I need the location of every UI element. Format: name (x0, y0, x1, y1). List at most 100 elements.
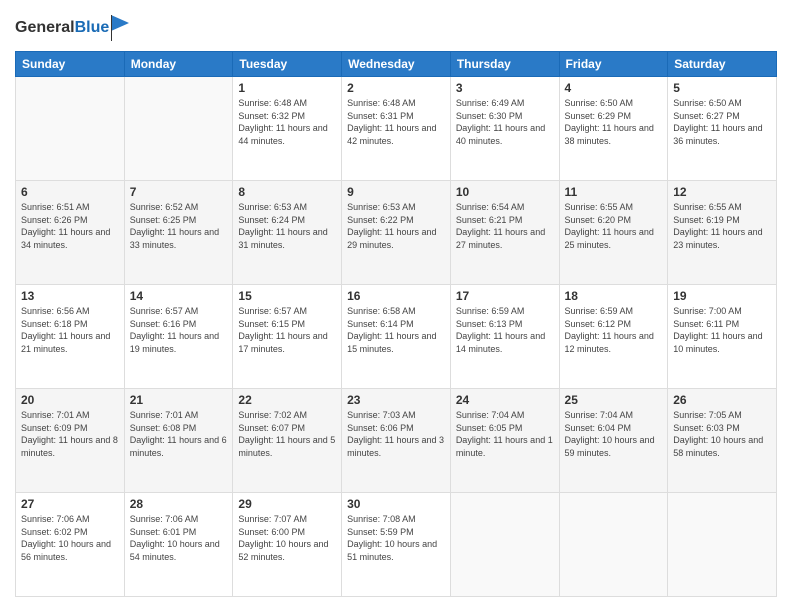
day-number: 27 (21, 497, 119, 511)
day-number: 26 (673, 393, 771, 407)
day-detail: Sunrise: 6:57 AM Sunset: 6:16 PM Dayligh… (130, 305, 228, 355)
calendar-cell: 14 Sunrise: 6:57 AM Sunset: 6:16 PM Dayli… (124, 285, 233, 389)
calendar-week-row: 6 Sunrise: 6:51 AM Sunset: 6:26 PM Daylig… (16, 181, 777, 285)
calendar-cell (16, 77, 125, 181)
day-number: 19 (673, 289, 771, 303)
day-number: 13 (21, 289, 119, 303)
calendar-cell: 22 Sunrise: 7:02 AM Sunset: 6:07 PM Dayli… (233, 389, 342, 493)
day-detail: Sunrise: 6:53 AM Sunset: 6:24 PM Dayligh… (238, 201, 336, 251)
calendar-cell (668, 493, 777, 597)
day-detail: Sunrise: 6:52 AM Sunset: 6:25 PM Dayligh… (130, 201, 228, 251)
day-detail: Sunrise: 6:59 AM Sunset: 6:13 PM Dayligh… (456, 305, 554, 355)
day-number: 5 (673, 81, 771, 95)
calendar-cell: 8 Sunrise: 6:53 AM Sunset: 6:24 PM Daylig… (233, 181, 342, 285)
calendar-cell: 2 Sunrise: 6:48 AM Sunset: 6:31 PM Daylig… (342, 77, 451, 181)
day-detail: Sunrise: 7:06 AM Sunset: 6:02 PM Dayligh… (21, 513, 119, 563)
day-number: 12 (673, 185, 771, 199)
day-detail: Sunrise: 6:50 AM Sunset: 6:29 PM Dayligh… (565, 97, 663, 147)
day-detail: Sunrise: 6:56 AM Sunset: 6:18 PM Dayligh… (21, 305, 119, 355)
weekday-header: Friday (559, 52, 668, 77)
day-detail: Sunrise: 6:55 AM Sunset: 6:20 PM Dayligh… (565, 201, 663, 251)
calendar-cell: 9 Sunrise: 6:53 AM Sunset: 6:22 PM Daylig… (342, 181, 451, 285)
day-number: 10 (456, 185, 554, 199)
day-number: 30 (347, 497, 445, 511)
weekday-header: Wednesday (342, 52, 451, 77)
page: GeneralBlue SundayMondayTuesdayWednesday… (0, 0, 792, 612)
calendar-week-row: 27 Sunrise: 7:06 AM Sunset: 6:02 PM Dayli… (16, 493, 777, 597)
day-number: 7 (130, 185, 228, 199)
calendar-cell: 4Sunrise: 6:50 AM Sunset: 6:29 PM Daylig… (559, 77, 668, 181)
calendar-cell: 13 Sunrise: 6:56 AM Sunset: 6:18 PM Dayli… (16, 285, 125, 389)
day-detail: Sunrise: 7:08 AM Sunset: 5:59 PM Dayligh… (347, 513, 445, 563)
day-detail: Sunrise: 7:04 AM Sunset: 6:04 PM Dayligh… (565, 409, 663, 459)
day-number: 1 (238, 81, 336, 95)
weekday-header: Saturday (668, 52, 777, 77)
calendar-cell: 7 Sunrise: 6:52 AM Sunset: 6:25 PM Daylig… (124, 181, 233, 285)
calendar-cell: 10 Sunrise: 6:54 AM Sunset: 6:21 PM Dayli… (450, 181, 559, 285)
calendar-table: SundayMondayTuesdayWednesdayThursdayFrid… (15, 51, 777, 597)
calendar-cell (450, 493, 559, 597)
day-detail: Sunrise: 6:58 AM Sunset: 6:14 PM Dayligh… (347, 305, 445, 355)
calendar-cell: 12 Sunrise: 6:55 AM Sunset: 6:19 PM Dayli… (668, 181, 777, 285)
day-number: 18 (565, 289, 663, 303)
weekday-header: Thursday (450, 52, 559, 77)
calendar-cell: 29 Sunrise: 7:07 AM Sunset: 6:00 PM Dayli… (233, 493, 342, 597)
calendar-cell: 24 Sunrise: 7:04 AM Sunset: 6:05 PM Dayli… (450, 389, 559, 493)
calendar-header-row: SundayMondayTuesdayWednesdayThursdayFrid… (16, 52, 777, 77)
day-detail: Sunrise: 7:01 AM Sunset: 6:09 PM Dayligh… (21, 409, 119, 459)
day-number: 17 (456, 289, 554, 303)
day-number: 21 (130, 393, 228, 407)
header: GeneralBlue (15, 15, 777, 41)
day-number: 2 (347, 81, 445, 95)
calendar-cell: 21 Sunrise: 7:01 AM Sunset: 6:08 PM Dayli… (124, 389, 233, 493)
day-detail: Sunrise: 6:50 AM Sunset: 6:27 PM Dayligh… (673, 97, 771, 147)
calendar-cell: 26 Sunrise: 7:05 AM Sunset: 6:03 PM Dayli… (668, 389, 777, 493)
logo-flag-icon (111, 15, 131, 41)
day-number: 6 (21, 185, 119, 199)
day-detail: Sunrise: 6:54 AM Sunset: 6:21 PM Dayligh… (456, 201, 554, 251)
day-number: 8 (238, 185, 336, 199)
day-detail: Sunrise: 6:48 AM Sunset: 6:31 PM Dayligh… (347, 97, 445, 147)
calendar-cell: 23 Sunrise: 7:03 AM Sunset: 6:06 PM Dayli… (342, 389, 451, 493)
calendar-cell: 30 Sunrise: 7:08 AM Sunset: 5:59 PM Dayli… (342, 493, 451, 597)
day-number: 3 (456, 81, 554, 95)
day-detail: Sunrise: 7:02 AM Sunset: 6:07 PM Dayligh… (238, 409, 336, 459)
calendar-cell: 6 Sunrise: 6:51 AM Sunset: 6:26 PM Daylig… (16, 181, 125, 285)
day-detail: Sunrise: 6:59 AM Sunset: 6:12 PM Dayligh… (565, 305, 663, 355)
day-detail: Sunrise: 6:55 AM Sunset: 6:19 PM Dayligh… (673, 201, 771, 251)
day-number: 9 (347, 185, 445, 199)
calendar-cell: 1 Sunrise: 6:48 AM Sunset: 6:32 PM Daylig… (233, 77, 342, 181)
calendar-cell: 18 Sunrise: 6:59 AM Sunset: 6:12 PM Dayli… (559, 285, 668, 389)
day-detail: Sunrise: 6:57 AM Sunset: 6:15 PM Dayligh… (238, 305, 336, 355)
weekday-header: Sunday (16, 52, 125, 77)
calendar-cell: 17 Sunrise: 6:59 AM Sunset: 6:13 PM Dayli… (450, 285, 559, 389)
day-detail: Sunrise: 7:01 AM Sunset: 6:08 PM Dayligh… (130, 409, 228, 459)
day-number: 29 (238, 497, 336, 511)
calendar-cell: 15Sunrise: 6:57 AM Sunset: 6:15 PM Dayli… (233, 285, 342, 389)
day-number: 25 (565, 393, 663, 407)
day-number: 16 (347, 289, 445, 303)
day-detail: Sunrise: 7:04 AM Sunset: 6:05 PM Dayligh… (456, 409, 554, 459)
day-number: 28 (130, 497, 228, 511)
day-detail: Sunrise: 7:03 AM Sunset: 6:06 PM Dayligh… (347, 409, 445, 459)
day-detail: Sunrise: 7:07 AM Sunset: 6:00 PM Dayligh… (238, 513, 336, 563)
logo: GeneralBlue (15, 15, 131, 41)
day-detail: Sunrise: 7:00 AM Sunset: 6:11 PM Dayligh… (673, 305, 771, 355)
calendar-cell (559, 493, 668, 597)
day-detail: Sunrise: 6:53 AM Sunset: 6:22 PM Dayligh… (347, 201, 445, 251)
weekday-header: Monday (124, 52, 233, 77)
day-number: 23 (347, 393, 445, 407)
day-number: 11 (565, 185, 663, 199)
calendar-cell: 25 Sunrise: 7:04 AM Sunset: 6:04 PM Dayli… (559, 389, 668, 493)
day-number: 22 (238, 393, 336, 407)
day-detail: Sunrise: 6:51 AM Sunset: 6:26 PM Dayligh… (21, 201, 119, 251)
calendar-week-row: 20Sunrise: 7:01 AM Sunset: 6:09 PM Dayli… (16, 389, 777, 493)
calendar-cell: 27 Sunrise: 7:06 AM Sunset: 6:02 PM Dayli… (16, 493, 125, 597)
day-detail: Sunrise: 6:48 AM Sunset: 6:32 PM Dayligh… (238, 97, 336, 147)
day-number: 14 (130, 289, 228, 303)
calendar-cell (124, 77, 233, 181)
day-detail: Sunrise: 7:05 AM Sunset: 6:03 PM Dayligh… (673, 409, 771, 459)
day-number: 24 (456, 393, 554, 407)
calendar-cell: 3Sunrise: 6:49 AM Sunset: 6:30 PM Daylig… (450, 77, 559, 181)
weekday-header: Tuesday (233, 52, 342, 77)
